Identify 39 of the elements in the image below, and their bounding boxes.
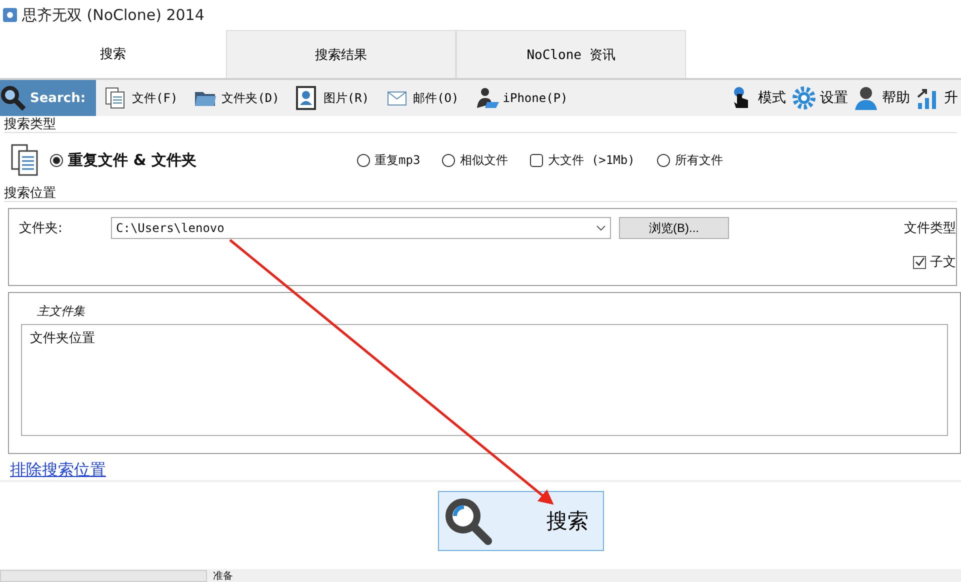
section-heading: 搜索类型 — [4, 118, 957, 133]
toolbar-button[interactable]: 文件(F) — [96, 81, 186, 115]
app-icon — [2, 7, 18, 23]
section-heading: 搜索位置 — [4, 187, 957, 202]
toolbar-button[interactable]: 文件夹(D) — [186, 81, 288, 115]
panel-title: 主文件集 — [36, 303, 86, 320]
search-icon — [0, 85, 26, 111]
toolbar-button[interactable]: 模式 — [727, 81, 789, 115]
toolbar-button[interactable]: 图片(R) — [287, 81, 378, 115]
tab[interactable]: 搜索结果 — [226, 30, 456, 78]
radio-option[interactable]: 所有文件 — [656, 152, 723, 168]
tab[interactable]: NoClone 资讯 — [456, 30, 686, 78]
browse-button[interactable]: 浏览(B)... — [619, 217, 729, 239]
column-header: 文件夹位置 — [29, 330, 96, 348]
radio-option[interactable]: 大文件 (>1Mb) — [530, 152, 635, 168]
toolbar-button[interactable]: 邮件(O) — [377, 81, 467, 115]
radio-option[interactable]: 相似文件 — [442, 152, 508, 168]
checkbox[interactable]: 子文 — [913, 253, 956, 271]
person-icon — [854, 86, 878, 110]
check-icon — [914, 257, 924, 267]
search-icon — [442, 496, 492, 546]
toolbar-button[interactable]: 升 — [913, 81, 961, 115]
person-with-laptop-icon — [474, 86, 499, 110]
chevron-down-icon — [596, 225, 606, 231]
folder-dropdown[interactable]: C:\Users\lenovo — [111, 217, 611, 239]
field-label: 文件夹: — [19, 220, 64, 237]
field-label: 文件类型 — [904, 220, 956, 237]
exclude-link[interactable]: 排除搜索位置 — [10, 460, 106, 479]
search-label: Search: — [0, 80, 96, 116]
search-button[interactable]: 搜索 — [438, 491, 604, 551]
radio-option[interactable]: 重复mp3 — [356, 152, 420, 168]
settings-icon — [792, 86, 816, 110]
toolbar-button[interactable]: iPhone(P) — [466, 81, 576, 115]
radio-option[interactable]: 重复文件 & 文件夹 — [50, 150, 197, 170]
toolbar-button[interactable]: 帮助 — [851, 81, 913, 115]
documents-icon — [10, 143, 40, 177]
window-title: 思齐无双 (NoClone) 2014 — [22, 6, 204, 24]
toolbar-button[interactable]: 设置 — [789, 81, 851, 115]
status-text: 准备 — [213, 570, 233, 582]
